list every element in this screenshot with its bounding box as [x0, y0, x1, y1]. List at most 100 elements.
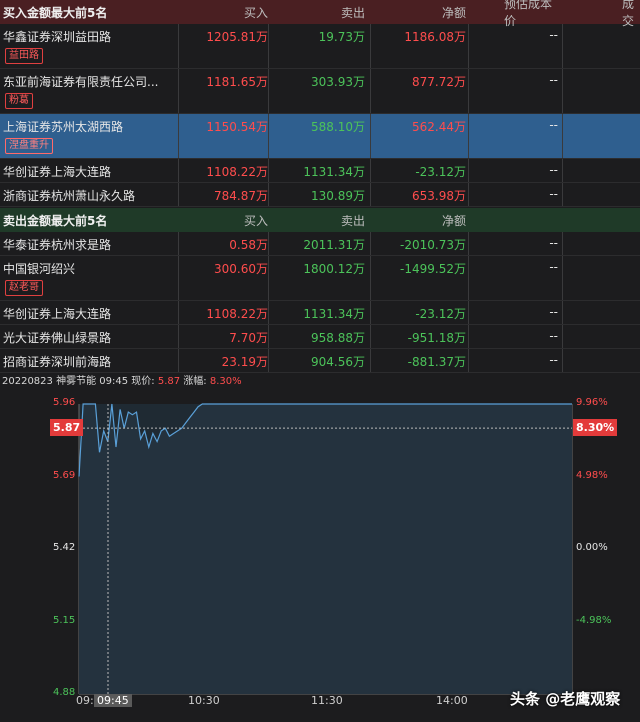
buy-amount: 23.19万: [221, 355, 268, 369]
trader-tag[interactable]: 赵老哥: [5, 280, 43, 296]
column-divider: [178, 24, 179, 68]
sell-table: 卖出金额最大前5名 买入 卖出 净额 华泰证券杭州求是路 0.58万 2011.31…: [0, 208, 640, 373]
column-divider: [562, 183, 563, 206]
cost-price: --: [549, 28, 558, 42]
column-divider: [562, 159, 563, 182]
buy-section-title: 买入金额最大前5名: [3, 5, 108, 20]
column-divider: [370, 24, 371, 68]
column-divider: [268, 114, 269, 158]
col-deal[interactable]: 成交: [600, 0, 640, 28]
column-divider: [370, 69, 371, 113]
buy-amount: 1108.22万: [206, 165, 268, 179]
column-divider: [178, 69, 179, 113]
cost-price: --: [549, 118, 558, 132]
trader-tag[interactable]: 涅盘重升: [5, 138, 53, 154]
column-divider: [562, 325, 563, 348]
column-divider: [268, 69, 269, 113]
column-divider: [468, 114, 469, 158]
cost-price: --: [549, 329, 558, 343]
cost-price: --: [549, 236, 558, 250]
table-row[interactable]: 招商证券深圳前海路 23.19万 904.56万 -881.37万 --: [0, 349, 640, 373]
broker-name[interactable]: 华鑫证券深圳益田路: [3, 28, 111, 44]
trader-tag[interactable]: 粉葛: [5, 93, 33, 109]
net-amount: -23.12万: [415, 165, 466, 179]
table-row[interactable]: 光大证券佛山绿景路 7.70万 958.88万 -951.18万 --: [0, 325, 640, 349]
column-divider: [562, 232, 563, 255]
table-row[interactable]: 上海证券苏州太湖西路 1150.54万 588.10万 562.44万 -- 涅盘重升: [0, 114, 640, 159]
col-sell[interactable]: 卖出: [272, 0, 365, 24]
y-tick-right: 0.00%: [576, 542, 608, 553]
trader-tag[interactable]: 益田路: [5, 48, 43, 64]
column-divider: [370, 349, 371, 372]
broker-name[interactable]: 上海证券苏州太湖西路: [3, 118, 123, 134]
net-amount: -23.12万: [415, 307, 466, 321]
column-divider: [468, 69, 469, 113]
column-divider: [178, 114, 179, 158]
chart-date: 20220823: [2, 376, 53, 387]
column-divider: [370, 301, 371, 324]
y-tick-right: 4.98%: [576, 469, 608, 481]
net-amount: -881.37万: [407, 355, 466, 369]
broker-name[interactable]: 浙商证券杭州萧山永久路: [3, 187, 135, 203]
col-buy[interactable]: 买入: [180, 208, 268, 232]
sell-amount: 904.56万: [311, 355, 365, 369]
broker-name[interactable]: 华创证券上海大连路: [3, 305, 111, 321]
table-row[interactable]: 浙商证券杭州萧山永久路 784.87万 130.89万 653.98万 --: [0, 183, 640, 207]
column-divider: [468, 183, 469, 206]
chart-price: 5.87: [157, 376, 181, 387]
buy-amount: 1205.81万: [206, 30, 268, 44]
table-row[interactable]: 华创证券上海大连路 1108.22万 1131.34万 -23.12万 --: [0, 301, 640, 325]
sell-amount: 1800.12万: [303, 262, 365, 276]
col-net[interactable]: 净额: [370, 0, 466, 24]
watermark: 头条 @老鹰观察: [510, 690, 621, 708]
sell-amount: 130.89万: [311, 189, 365, 203]
column-divider: [370, 114, 371, 158]
column-divider: [268, 24, 269, 68]
column-divider: [370, 232, 371, 255]
column-divider: [562, 301, 563, 324]
sell-table-header: 卖出金额最大前5名 买入 卖出 净额: [0, 208, 640, 232]
column-divider: [562, 24, 563, 68]
buy-amount: 7.70万: [229, 331, 268, 345]
table-row[interactable]: 华鑫证券深圳益田路 1205.81万 19.73万 1186.08万 -- 益田路: [0, 24, 640, 69]
column-divider: [468, 349, 469, 372]
column-divider: [178, 349, 179, 372]
broker-name[interactable]: 华创证券上海大连路: [3, 163, 111, 179]
price-area-fill: [79, 404, 572, 694]
cost-price: --: [549, 187, 558, 201]
column-divider: [468, 301, 469, 324]
buy-amount: 0.58万: [229, 238, 268, 252]
table-row[interactable]: 华泰证券杭州求是路 0.58万 2011.31万 -2010.73万 --: [0, 232, 640, 256]
column-divider: [562, 349, 563, 372]
col-net[interactable]: 净额: [370, 208, 466, 232]
sell-amount: 1131.34万: [303, 307, 365, 321]
column-divider: [268, 325, 269, 348]
table-row[interactable]: 东亚前海证券有限责任公司... 1181.65万 303.93万 877.72万 -- 粉…: [0, 69, 640, 114]
column-divider: [178, 183, 179, 206]
net-amount: 1186.08万: [404, 30, 466, 44]
column-divider: [370, 183, 371, 206]
col-buy[interactable]: 买入: [180, 0, 268, 24]
column-divider: [468, 256, 469, 300]
broker-name[interactable]: 东亚前海证券有限责任公司...: [3, 73, 158, 89]
x-tick: 14:00: [436, 694, 468, 707]
broker-name[interactable]: 中国银河绍兴: [3, 260, 75, 276]
broker-name[interactable]: 光大证券佛山绿景路: [3, 329, 111, 345]
sell-amount: 19.73万: [318, 30, 365, 44]
net-amount: -1499.52万: [400, 262, 466, 276]
y-tick-left: 5.15: [53, 614, 76, 626]
broker-name[interactable]: 招商证券深圳前海路: [3, 353, 111, 369]
col-cost[interactable]: 预估成本价: [470, 0, 560, 28]
y-tick-right: -4.98%: [576, 614, 612, 626]
column-divider: [268, 349, 269, 372]
net-amount: 653.98万: [412, 189, 466, 203]
chart-change-label: 涨幅:: [183, 376, 207, 387]
broker-name[interactable]: 华泰证券杭州求是路: [3, 236, 111, 252]
sell-amount: 958.88万: [311, 331, 365, 345]
table-row[interactable]: 中国银河绍兴 300.60万 1800.12万 -1499.52万 -- 赵老哥: [0, 256, 640, 301]
col-sell[interactable]: 卖出: [272, 208, 365, 232]
table-row[interactable]: 华创证券上海大连路 1108.22万 1131.34万 -23.12万 --: [0, 159, 640, 183]
crosshair-pct-tag: 8.30%: [573, 419, 618, 437]
column-divider: [268, 301, 269, 324]
column-divider: [268, 232, 269, 255]
